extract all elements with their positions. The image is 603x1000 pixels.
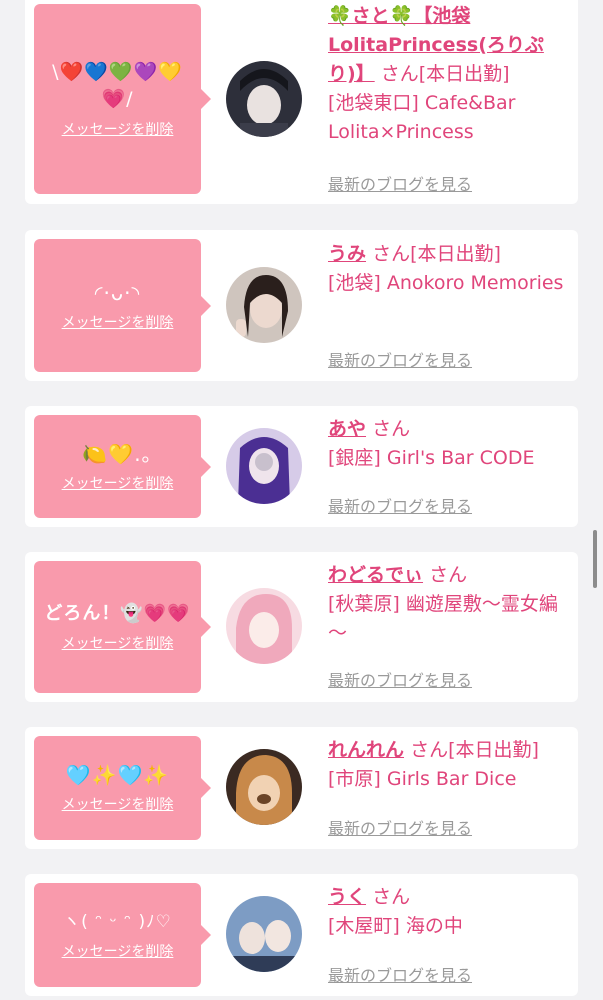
cast-suffix: さん[本日出勤] bbox=[410, 739, 539, 761]
message-card: ◜·ᴗ·◝ メッセージを削除 うみ さん[本日出勤] [池袋] Anokoro … bbox=[25, 230, 578, 381]
message-text: \❤️💙💚💜💛💗/ bbox=[52, 61, 183, 110]
delete-message-link[interactable]: メッセージを削除 bbox=[62, 794, 174, 814]
avatar-photo bbox=[226, 749, 302, 825]
cast-name-link[interactable]: あや bbox=[328, 418, 366, 440]
cast-name-link[interactable]: うみ bbox=[328, 243, 366, 265]
shop-name: [池袋] Anokoro Memories bbox=[328, 272, 564, 294]
cast-suffix: さん[本日出勤] bbox=[372, 243, 501, 265]
cast-suffix: さん bbox=[372, 886, 411, 908]
message-bubble: \❤️💙💚💜💛💗/ メッセージを削除 bbox=[34, 4, 211, 194]
latest-blog-link[interactable]: 最新のブログを見る bbox=[328, 667, 472, 691]
delete-message-link[interactable]: メッセージを削除 bbox=[62, 941, 174, 961]
cast-info: うみ さん[本日出勤] [池袋] Anokoro Memories bbox=[328, 240, 570, 298]
cast-suffix: さん[本日出勤] bbox=[380, 63, 510, 85]
avatar-photo bbox=[226, 896, 302, 972]
shop-name: [池袋東口] Cafe&Bar Lolita×Princess bbox=[328, 92, 516, 143]
message-card: \❤️💙💚💜💛💗/ メッセージを削除 🍀さと🍀【池袋LolitaPrincess… bbox=[25, 0, 578, 204]
message-bubble: ヽ( ᵔ ᵕ ᵔ )ﾉ♡ メッセージを削除 bbox=[34, 883, 211, 987]
avatar[interactable] bbox=[226, 588, 302, 664]
delete-message-link[interactable]: メッセージを削除 bbox=[62, 473, 174, 493]
avatar-photo bbox=[226, 267, 302, 343]
message-text: どろん！👻💗💗 bbox=[44, 603, 191, 624]
avatar-photo bbox=[226, 428, 302, 504]
latest-blog-link[interactable]: 最新のブログを見る bbox=[328, 493, 472, 517]
cast-info: 🍀さと🍀【池袋LolitaPrincess(ろりぷり)】 さん[本日出勤] [池… bbox=[328, 2, 570, 147]
shop-name: [秋葉原] 幽遊屋敷～霊女編～ bbox=[328, 593, 558, 644]
message-card: ヽ( ᵔ ᵕ ᵔ )ﾉ♡ メッセージを削除 うく さん [木屋町] 海の中 最新… bbox=[25, 874, 578, 996]
message-bubble: どろん！👻💗💗 メッセージを削除 bbox=[34, 561, 211, 693]
delete-message-link[interactable]: メッセージを削除 bbox=[62, 633, 174, 653]
cast-name-link[interactable]: うく bbox=[328, 886, 366, 908]
latest-blog-link[interactable]: 最新のブログを見る bbox=[328, 815, 472, 839]
message-card: 🍋💛.｡ メッセージを削除 あや さん [銀座] Girl's Bar CODE… bbox=[25, 406, 578, 527]
cast-info: うく さん [木屋町] 海の中 bbox=[328, 883, 570, 941]
message-text: 🍋💛.｡ bbox=[82, 441, 153, 466]
latest-blog-link[interactable]: 最新のブログを見る bbox=[328, 171, 472, 195]
cast-suffix: さん bbox=[429, 564, 468, 586]
scrollbar[interactable] bbox=[593, 530, 597, 588]
shop-name: [銀座] Girl's Bar CODE bbox=[328, 447, 535, 469]
cast-info: わどるでぃ さん [秋葉原] 幽遊屋敷～霊女編～ bbox=[328, 561, 570, 648]
cast-suffix: さん bbox=[372, 418, 411, 440]
avatar[interactable] bbox=[226, 267, 302, 343]
avatar-photo bbox=[226, 61, 302, 137]
message-card: 🩵✨🩵✨ メッセージを削除 れんれん さん[本日出勤] [市原] Girls B… bbox=[25, 727, 578, 849]
delete-message-link[interactable]: メッセージを削除 bbox=[62, 119, 174, 139]
message-text: 🩵✨🩵✨ bbox=[65, 763, 170, 787]
delete-message-link[interactable]: メッセージを削除 bbox=[62, 312, 174, 332]
message-card: どろん！👻💗💗 メッセージを削除 わどるでぃ さん [秋葉原] 幽遊屋敷～霊女編… bbox=[25, 552, 578, 702]
avatar-photo bbox=[226, 588, 302, 664]
latest-blog-link[interactable]: 最新のブログを見る bbox=[328, 962, 472, 986]
avatar[interactable] bbox=[226, 896, 302, 972]
message-bubble: 🩵✨🩵✨ メッセージを削除 bbox=[34, 736, 211, 840]
message-text: ◜·ᴗ·◝ bbox=[94, 280, 141, 305]
cast-name-link[interactable]: れんれん bbox=[328, 739, 404, 761]
avatar[interactable] bbox=[226, 61, 302, 137]
shop-name: [木屋町] 海の中 bbox=[328, 915, 463, 937]
cast-info: れんれん さん[本日出勤] [市原] Girls Bar Dice bbox=[328, 736, 570, 794]
cast-name-link[interactable]: わどるでぃ bbox=[328, 564, 423, 586]
latest-blog-link[interactable]: 最新のブログを見る bbox=[328, 347, 472, 371]
shop-name: [市原] Girls Bar Dice bbox=[328, 768, 517, 790]
avatar[interactable] bbox=[226, 749, 302, 825]
avatar[interactable] bbox=[226, 428, 302, 504]
cast-info: あや さん [銀座] Girl's Bar CODE bbox=[328, 415, 570, 473]
message-text: ヽ( ᵔ ᵕ ᵔ )ﾉ♡ bbox=[63, 912, 172, 932]
message-bubble: ◜·ᴗ·◝ メッセージを削除 bbox=[34, 239, 211, 372]
message-bubble: 🍋💛.｡ メッセージを削除 bbox=[34, 415, 211, 518]
